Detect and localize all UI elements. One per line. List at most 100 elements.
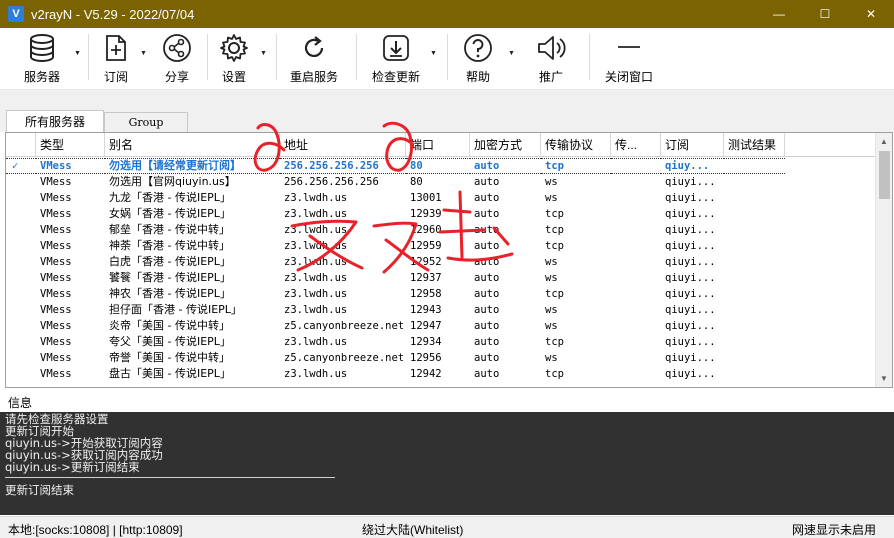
cell-security: auto — [474, 336, 500, 348]
cell-tls — [611, 190, 661, 206]
table-row[interactable]: VMess 勿选用【官网qiuyin.us】 256.256.256.256 80 au… — [6, 174, 876, 190]
cell-tls — [611, 158, 661, 174]
log-panel[interactable]: 请先检查服务器设置 更新订阅开始 qiuyin.us->开始获取订阅内容 qiu… — [0, 412, 894, 515]
v2rayn-logo-icon: V — [8, 6, 24, 22]
selected-check-icon — [6, 174, 36, 190]
table-row[interactable]: VMess 帝誉「美国 - 传说中转」 z5.canyonbreeze.net 129… — [6, 350, 876, 366]
table-row[interactable]: VMess 夸父「美国 - 传说IEPL」 z3.lwdh.us 12934 auto t… — [6, 334, 876, 350]
cell-port: 12959 — [410, 240, 442, 252]
refresh-icon — [301, 32, 327, 64]
cell-test-result — [724, 254, 785, 270]
cell-security: auto — [474, 368, 500, 380]
restart-service-button[interactable]: 重启服务 — [284, 32, 344, 86]
check-update-button[interactable]: 检查更新 — [366, 32, 426, 86]
cell-port: 12942 — [410, 368, 442, 380]
table-row[interactable]: VMess 盘古「美国 - 传说IEPL」 z3.lwdh.us 12942 auto t… — [6, 366, 876, 382]
table-row[interactable]: VMess 饕餮「香港 - 传说IEPL」 z3.lwdh.us 12937 auto w… — [6, 270, 876, 286]
log-line: qiuyin.us->更新订阅结束 — [5, 460, 140, 474]
cell-test-result — [724, 158, 785, 174]
column-header-tls[interactable]: 传... — [611, 133, 661, 157]
cell-tls — [611, 206, 661, 222]
cell-alias: 神农「香港 - 传说IEPL」 — [109, 287, 231, 300]
cell-type: VMess — [40, 176, 72, 188]
cell-test-result — [724, 174, 785, 190]
cell-network: tcp — [545, 224, 564, 236]
cell-test-result — [724, 206, 785, 222]
cell-alias: 夸父「美国 - 传说IEPL」 — [109, 335, 231, 348]
table-row[interactable]: VMess 女娲「香港 - 传说IEPL」 z3.lwdh.us 12939 auto t… — [6, 206, 876, 222]
table-row[interactable]: VMess 神荼「香港 - 传说中转」 z3.lwdh.us 12959 auto tcp… — [6, 238, 876, 254]
subscribe-button[interactable]: 订阅 — [96, 32, 136, 86]
column-header-subscription[interactable]: 订阅 — [661, 133, 724, 157]
cell-type: VMess — [40, 224, 72, 236]
cell-subscription: qiuyi... — [665, 192, 716, 204]
settings-button[interactable]: 设置 — [214, 32, 254, 86]
cell-test-result — [724, 334, 785, 350]
cell-test-result — [724, 190, 785, 206]
tab-all-servers[interactable]: 所有服务器 — [6, 110, 104, 132]
subscribe-dropdown-arrow[interactable]: ▼ — [140, 50, 147, 57]
server-list[interactable]: 类型 别名 地址 端口 加密方式 传输协议 传... 订阅 测试结果 ✓ VMes… — [5, 132, 893, 388]
cell-tls — [611, 334, 661, 350]
routing-mode[interactable]: 绕过大陆(Whitelist) — [362, 521, 463, 538]
share-button[interactable]: 分享 — [158, 32, 196, 86]
share-icon — [162, 32, 192, 64]
server-list-scrollbar[interactable]: ▲ ▼ — [875, 133, 892, 387]
column-header-type[interactable]: 类型 — [36, 133, 105, 157]
scroll-down-arrow-icon[interactable]: ▼ — [876, 370, 892, 387]
tabs-area: 所有服务器 Group — [0, 90, 894, 132]
table-row[interactable]: VMess 郁垒「香港 - 传说中转」 z3.lwdh.us 12960 auto tcp… — [6, 222, 876, 238]
tab-group[interactable]: Group — [104, 112, 188, 132]
promote-button[interactable]: 推广 — [530, 32, 572, 86]
settings-dropdown-arrow[interactable]: ▼ — [260, 50, 267, 57]
cell-address: 256.256.256.256 — [280, 158, 406, 174]
selected-check-icon — [6, 318, 36, 334]
help-dropdown-arrow[interactable]: ▼ — [508, 50, 515, 57]
column-header-address[interactable]: 地址 — [280, 133, 406, 157]
maximize-button[interactable]: ☐ — [802, 0, 848, 28]
cell-security: auto — [474, 224, 500, 236]
cell-alias: 女娲「香港 - 传说IEPL」 — [109, 207, 231, 220]
cell-tls — [611, 222, 661, 238]
cell-network: ws — [545, 352, 558, 364]
servers-button[interactable]: 服务器 — [12, 32, 72, 86]
table-row[interactable]: VMess 白虎「香港 - 传说IEPL」 z3.lwdh.us 12952 auto w… — [6, 254, 876, 270]
selected-check-icon — [6, 238, 36, 254]
cell-alias: 勿选用【请经常更新订阅】 — [105, 158, 280, 174]
cell-tls — [611, 270, 661, 286]
log-divider — [5, 477, 335, 478]
table-row[interactable]: VMess 神农「香港 - 传说IEPL」 z3.lwdh.us 12958 auto t… — [6, 286, 876, 302]
column-header-network[interactable]: 传输协议 — [541, 133, 611, 157]
minimize-button[interactable]: — — [756, 0, 802, 28]
table-row-selected[interactable]: ✓ VMess 勿选用【请经常更新订阅】 256.256.256.256 80 auto t… — [6, 158, 876, 174]
cell-network: tcp — [545, 240, 564, 252]
cell-type: VMess — [40, 208, 72, 220]
scrollbar-thumb[interactable] — [879, 151, 890, 199]
check-update-label: 检查更新 — [371, 70, 420, 84]
cell-subscription: qiuyi... — [665, 176, 716, 188]
cell-security: auto — [474, 352, 500, 364]
servers-dropdown-arrow[interactable]: ▼ — [74, 50, 81, 57]
check-update-dropdown-arrow[interactable]: ▼ — [430, 50, 437, 57]
cell-test-result — [724, 286, 785, 302]
column-header-test-result[interactable]: 测试结果 — [724, 133, 785, 157]
column-header-security[interactable]: 加密方式 — [470, 133, 541, 157]
cell-subscription: qiuyi... — [665, 208, 716, 220]
help-button[interactable]: 帮助 — [458, 32, 498, 86]
table-row[interactable]: VMess 炎帝「美国 - 传说中转」 z5.canyonbreeze.net 129… — [6, 318, 876, 334]
database-icon — [28, 32, 56, 64]
selected-check-icon: ✓ — [6, 158, 36, 174]
cell-port: 12958 — [410, 288, 442, 300]
cell-port: 80 — [410, 176, 423, 188]
cell-address: z5.canyonbreeze.net — [284, 320, 405, 332]
cell-subscription: qiuyi... — [665, 240, 716, 252]
scroll-up-arrow-icon[interactable]: ▲ — [876, 133, 892, 150]
column-header-alias[interactable]: 别名 — [105, 133, 280, 157]
server-rows: ✓ VMess 勿选用【请经常更新订阅】 256.256.256.256 80 auto t… — [6, 158, 876, 382]
cell-alias: 勿选用【官网qiuyin.us】 — [109, 175, 236, 188]
column-header-port[interactable]: 端口 — [406, 133, 470, 157]
close-window-button[interactable]: 关闭窗口 — [600, 32, 658, 86]
table-row[interactable]: VMess 担仔面「香港 - 传说IEPL」 z3.lwdh.us 12943 auto… — [6, 302, 876, 318]
close-button[interactable]: ✕ — [848, 0, 894, 28]
table-row[interactable]: VMess 九龙「香港 - 传说IEPL」 z3.lwdh.us 13001 auto w… — [6, 190, 876, 206]
